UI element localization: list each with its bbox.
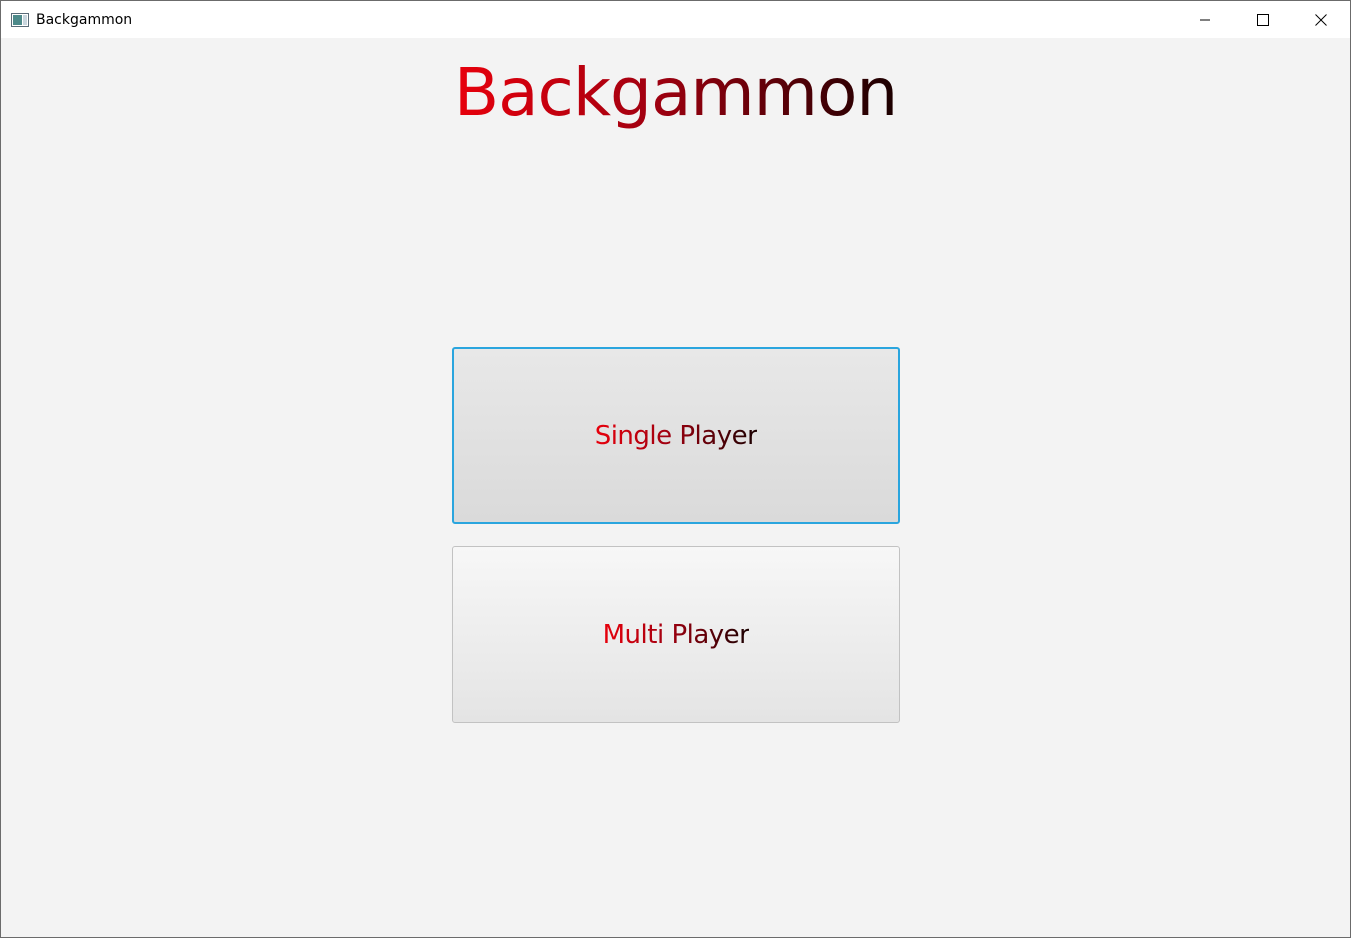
app-window: Backgammon Backgammon Single Player Mult… [0, 0, 1351, 938]
title-bar[interactable]: Backgammon [1, 1, 1350, 38]
multi-player-label: Multi Player [602, 619, 750, 650]
close-button[interactable] [1292, 1, 1350, 38]
single-player-button[interactable]: Single Player [452, 347, 900, 524]
app-window-icon [11, 12, 29, 27]
page-title-text: Backgammon [453, 54, 898, 131]
multi-player-button[interactable]: Multi Player [452, 546, 900, 723]
maximize-button[interactable] [1234, 1, 1292, 38]
main-menu: Backgammon Single Player Multi Player [1, 38, 1350, 937]
page-title: Backgammon [1, 48, 1350, 138]
minimize-icon [1199, 14, 1211, 26]
single-player-label: Single Player [594, 420, 758, 451]
minimize-button[interactable] [1176, 1, 1234, 38]
maximize-icon [1257, 13, 1269, 26]
close-icon [1315, 13, 1327, 26]
window-title: Backgammon [36, 12, 133, 28]
